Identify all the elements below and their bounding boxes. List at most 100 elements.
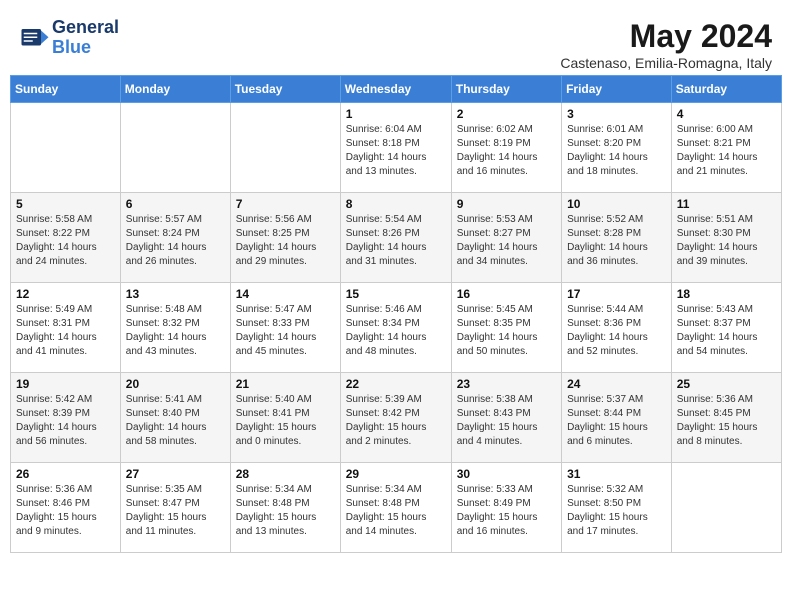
day-info: Sunrise: 5:57 AMSunset: 8:24 PMDaylight:… — [126, 213, 225, 269]
day-number: 25 — [677, 377, 776, 391]
day-number: 2 — [457, 107, 556, 121]
day-number: 9 — [457, 197, 556, 211]
day-info: Sunrise: 5:42 AMSunset: 8:39 PMDaylight:… — [16, 393, 115, 449]
calendar-cell: 15 Sunrise: 5:46 AMSunset: 8:34 PMDayligh… — [340, 283, 451, 373]
day-number: 22 — [346, 377, 446, 391]
day-info: Sunrise: 6:01 AMSunset: 8:20 PMDaylight:… — [567, 123, 666, 179]
weekday-header-friday: Friday — [562, 76, 672, 103]
day-number: 18 — [677, 287, 776, 301]
day-info: Sunrise: 5:41 AMSunset: 8:40 PMDaylight:… — [126, 393, 225, 449]
day-info: Sunrise: 6:02 AMSunset: 8:19 PMDaylight:… — [457, 123, 556, 179]
day-info: Sunrise: 5:43 AMSunset: 8:37 PMDaylight:… — [677, 303, 776, 359]
weekday-header-monday: Monday — [120, 76, 230, 103]
day-info: Sunrise: 5:49 AMSunset: 8:31 PMDaylight:… — [16, 303, 115, 359]
calendar-cell: 21 Sunrise: 5:40 AMSunset: 8:41 PMDayligh… — [230, 373, 340, 463]
day-info: Sunrise: 5:40 AMSunset: 8:41 PMDaylight:… — [236, 393, 335, 449]
day-info: Sunrise: 5:35 AMSunset: 8:47 PMDaylight:… — [126, 483, 225, 539]
day-info: Sunrise: 5:36 AMSunset: 8:45 PMDaylight:… — [677, 393, 776, 449]
calendar-cell: 22 Sunrise: 5:39 AMSunset: 8:42 PMDayligh… — [340, 373, 451, 463]
calendar-cell: 12 Sunrise: 5:49 AMSunset: 8:31 PMDayligh… — [11, 283, 121, 373]
day-info: Sunrise: 5:44 AMSunset: 8:36 PMDaylight:… — [567, 303, 666, 359]
calendar-week-row: 1 Sunrise: 6:04 AMSunset: 8:18 PMDaylight… — [11, 103, 782, 193]
day-number: 31 — [567, 467, 666, 481]
calendar-cell: 18 Sunrise: 5:43 AMSunset: 8:37 PMDayligh… — [671, 283, 781, 373]
calendar-cell: 29Sunrise: 5:34 AMSunset: 8:48 PMDayligh… — [340, 463, 451, 553]
day-info: Sunrise: 5:39 AMSunset: 8:42 PMDaylight:… — [346, 393, 446, 449]
calendar-cell: 16 Sunrise: 5:45 AMSunset: 8:35 PMDayligh… — [451, 283, 561, 373]
day-number: 14 — [236, 287, 335, 301]
day-info: Sunrise: 5:47 AMSunset: 8:33 PMDaylight:… — [236, 303, 335, 359]
calendar-cell — [11, 103, 121, 193]
page-header: General Blue May 2024 Castenaso, Emilia-… — [10, 10, 782, 75]
day-number: 20 — [126, 377, 225, 391]
calendar-cell: 4Sunrise: 6:00 AMSunset: 8:21 PMDaylight… — [671, 103, 781, 193]
calendar-cell: 13 Sunrise: 5:48 AMSunset: 8:32 PMDayligh… — [120, 283, 230, 373]
day-number: 19 — [16, 377, 115, 391]
calendar-cell: 26 Sunrise: 5:36 AMSunset: 8:46 PMDayligh… — [11, 463, 121, 553]
day-info: Sunrise: 5:33 AMSunset: 8:49 PMDaylight:… — [457, 483, 556, 539]
day-number: 13 — [126, 287, 225, 301]
weekday-header-wednesday: Wednesday — [340, 76, 451, 103]
day-number: 8 — [346, 197, 446, 211]
calendar-cell: 1 Sunrise: 6:04 AMSunset: 8:18 PMDaylight… — [340, 103, 451, 193]
logo: General Blue — [20, 18, 119, 58]
day-info: Sunrise: 6:00 AMSunset: 8:21 PMDaylight:… — [677, 123, 776, 179]
calendar-cell: 17 Sunrise: 5:44 AMSunset: 8:36 PMDayligh… — [562, 283, 672, 373]
day-info: Sunrise: 5:36 AMSunset: 8:46 PMDaylight:… — [16, 483, 115, 539]
calendar-cell: 27 Sunrise: 5:35 AMSunset: 8:47 PMDayligh… — [120, 463, 230, 553]
day-number: 12 — [16, 287, 115, 301]
calendar-cell: 5Sunrise: 5:58 AMSunset: 8:22 PMDaylight… — [11, 193, 121, 283]
day-number: 28 — [236, 467, 335, 481]
day-number: 26 — [16, 467, 115, 481]
weekday-header-row: SundayMondayTuesdayWednesdayThursdayFrid… — [11, 76, 782, 103]
title-area: May 2024 Castenaso, Emilia-Romagna, Ital… — [560, 18, 772, 71]
day-info: Sunrise: 6:04 AMSunset: 8:18 PMDaylight:… — [346, 123, 446, 179]
day-number: 27 — [126, 467, 225, 481]
day-number: 21 — [236, 377, 335, 391]
day-info: Sunrise: 5:54 AMSunset: 8:26 PMDaylight:… — [346, 213, 446, 269]
day-info: Sunrise: 5:53 AMSunset: 8:27 PMDaylight:… — [457, 213, 556, 269]
location: Castenaso, Emilia-Romagna, Italy — [560, 55, 772, 71]
day-info: Sunrise: 5:34 AMSunset: 8:48 PMDaylight:… — [236, 483, 335, 539]
day-info: Sunrise: 5:48 AMSunset: 8:32 PMDaylight:… — [126, 303, 225, 359]
day-info: Sunrise: 5:37 AMSunset: 8:44 PMDaylight:… — [567, 393, 666, 449]
day-info: Sunrise: 5:45 AMSunset: 8:35 PMDaylight:… — [457, 303, 556, 359]
day-number: 30 — [457, 467, 556, 481]
day-number: 10 — [567, 197, 666, 211]
calendar-cell: 20 Sunrise: 5:41 AMSunset: 8:40 PMDayligh… — [120, 373, 230, 463]
day-info: Sunrise: 5:56 AMSunset: 8:25 PMDaylight:… — [236, 213, 335, 269]
day-number: 11 — [677, 197, 776, 211]
day-info: Sunrise: 5:38 AMSunset: 8:43 PMDaylight:… — [457, 393, 556, 449]
logo-icon — [20, 23, 50, 53]
day-number: 29 — [346, 467, 446, 481]
day-number: 23 — [457, 377, 556, 391]
day-info: Sunrise: 5:32 AMSunset: 8:50 PMDaylight:… — [567, 483, 666, 539]
day-number: 1 — [346, 107, 446, 121]
day-number: 7 — [236, 197, 335, 211]
day-number: 16 — [457, 287, 556, 301]
calendar-week-row: 12 Sunrise: 5:49 AMSunset: 8:31 PMDayligh… — [11, 283, 782, 373]
calendar-cell: 30 Sunrise: 5:33 AMSunset: 8:49 PMDayligh… — [451, 463, 561, 553]
calendar-cell: 10 Sunrise: 5:52 AMSunset: 8:28 PMDayligh… — [562, 193, 672, 283]
logo-text-line2: Blue — [52, 38, 119, 58]
day-info: Sunrise: 5:51 AMSunset: 8:30 PMDaylight:… — [677, 213, 776, 269]
calendar-cell: 23 Sunrise: 5:38 AMSunset: 8:43 PMDayligh… — [451, 373, 561, 463]
month-title: May 2024 — [560, 18, 772, 55]
weekday-header-tuesday: Tuesday — [230, 76, 340, 103]
day-info: Sunrise: 5:58 AMSunset: 8:22 PMDaylight:… — [16, 213, 115, 269]
day-number: 24 — [567, 377, 666, 391]
calendar-cell: 6Sunrise: 5:57 AMSunset: 8:24 PMDaylight… — [120, 193, 230, 283]
day-number: 17 — [567, 287, 666, 301]
day-info: Sunrise: 5:46 AMSunset: 8:34 PMDaylight:… — [346, 303, 446, 359]
weekday-header-saturday: Saturday — [671, 76, 781, 103]
day-info: Sunrise: 5:52 AMSunset: 8:28 PMDaylight:… — [567, 213, 666, 269]
day-number: 3 — [567, 107, 666, 121]
calendar-cell: 7 Sunrise: 5:56 AMSunset: 8:25 PMDaylight… — [230, 193, 340, 283]
calendar-cell: 14 Sunrise: 5:47 AMSunset: 8:33 PMDayligh… — [230, 283, 340, 373]
calendar-cell: 31 Sunrise: 5:32 AMSunset: 8:50 PMDayligh… — [562, 463, 672, 553]
calendar-week-row: 19 Sunrise: 5:42 AMSunset: 8:39 PMDayligh… — [11, 373, 782, 463]
calendar-cell: 28 Sunrise: 5:34 AMSunset: 8:48 PMDayligh… — [230, 463, 340, 553]
calendar-cell: 3 Sunrise: 6:01 AMSunset: 8:20 PMDaylight… — [562, 103, 672, 193]
day-number: 15 — [346, 287, 446, 301]
calendar-cell: 8 Sunrise: 5:54 AMSunset: 8:26 PMDaylight… — [340, 193, 451, 283]
